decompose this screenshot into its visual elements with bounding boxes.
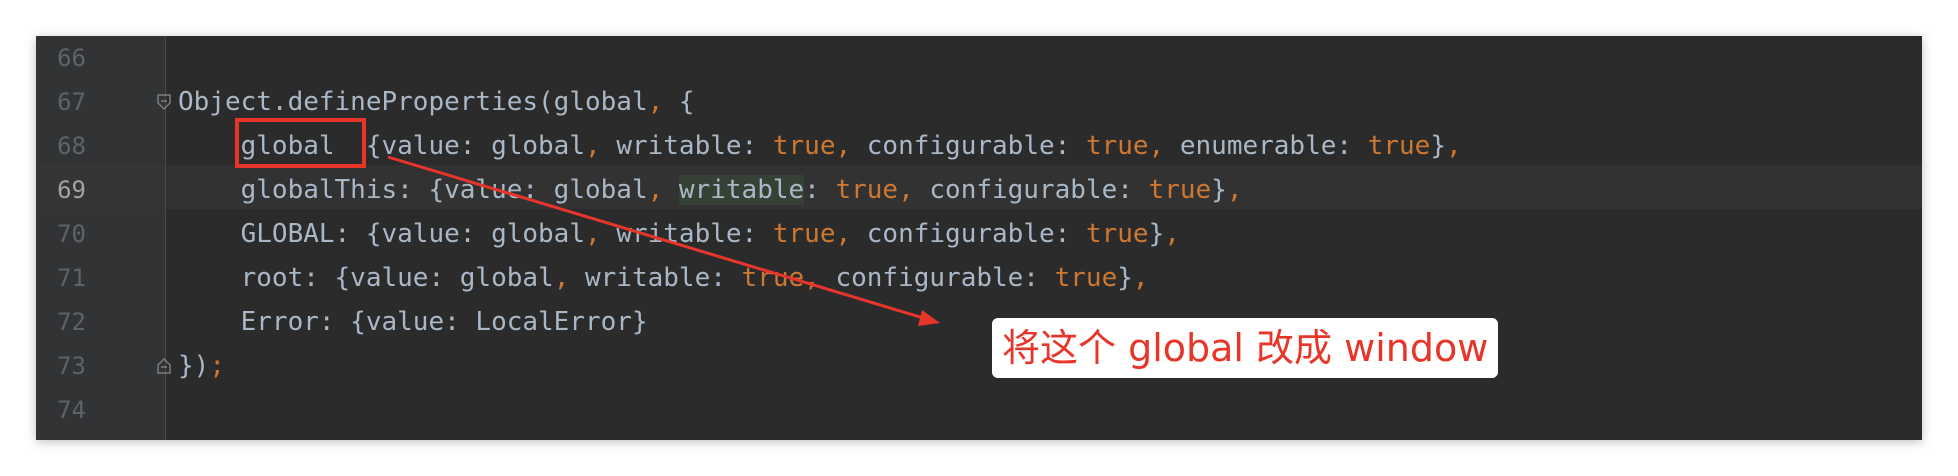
annotation-arrow <box>387 155 940 326</box>
annotation-label: 将这个 global 改成 window <box>992 318 1499 378</box>
